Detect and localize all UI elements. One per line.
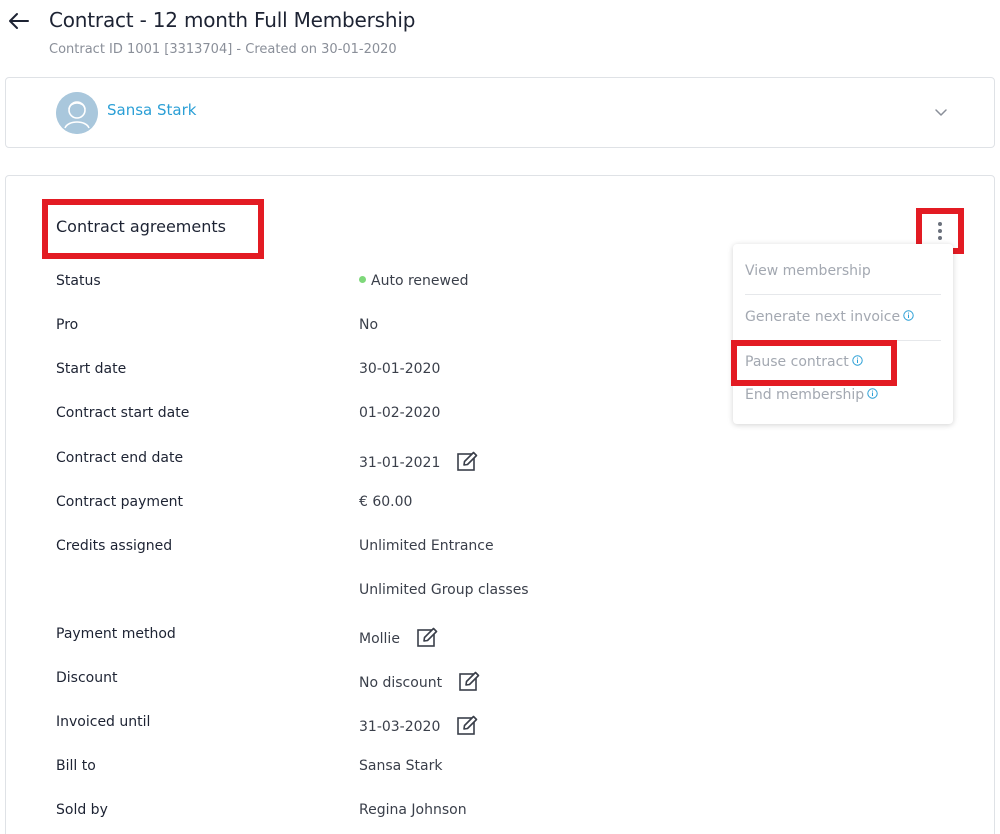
row-value-start-date: 30-01-2020 [359,361,441,377]
row-value-credits-entrance: Unlimited Entrance [359,538,494,554]
row-label-payment-method: Payment method [56,626,176,642]
row-label-contract-start-date: Contract start date [56,405,190,421]
discount-value: No discount [359,675,443,691]
chevron-down-icon[interactable] [931,102,951,122]
menu-item-end-membership[interactable]: End membership [745,387,878,403]
invoiced-until-value: 31-03-2020 [359,719,441,735]
row-value-bill-to: Sansa Stark [359,758,443,774]
row-value-contract-start-date: 01-02-2020 [359,405,441,421]
page-title: Contract - 12 month Full Membership [49,8,416,32]
page-header: Contract - 12 month Full Membership Cont… [0,0,1000,70]
row-label-discount: Discount [56,670,118,686]
avatar-icon [56,92,98,134]
row-label-contract-payment: Contract payment [56,494,184,510]
back-arrow-icon[interactable] [6,8,36,38]
page-subtitle: Contract ID 1001 [3313704] - Created on … [49,42,397,57]
info-icon [867,387,878,399]
kebab-menu-icon [936,220,944,244]
menu-item-label: End membership [745,387,865,403]
row-label-status: Status [56,273,101,289]
payment-method-value: Mollie [359,631,400,647]
row-value-contract-payment: € 60.00 [359,494,413,510]
row-label-start-date: Start date [56,361,127,377]
info-icon [903,309,914,321]
member-card[interactable]: Sansa Stark [5,77,995,148]
row-value-sold-by: Regina Johnson [359,802,467,818]
avatar [56,92,98,134]
status-value: Auto renewed [371,273,469,289]
row-value-discount: No discount [359,670,480,692]
row-label-credits-assigned: Credits assigned [56,538,173,554]
status-dot [359,276,366,283]
member-name-link[interactable]: Sansa Stark [107,101,196,119]
row-label-contract-end-date: Contract end date [56,450,184,466]
row-value-credits-group-classes: Unlimited Group classes [359,582,529,598]
edit-icon[interactable] [456,450,478,472]
row-value-contract-end-date: 31-01-2021 [359,450,478,472]
row-value-pro: No [359,317,379,333]
edit-icon[interactable] [416,626,438,648]
row-value-status: Auto renewed [359,273,468,289]
actions-dropdown-menu: View membership Generate next invoice Pa… [733,244,953,424]
menu-item-label: Generate next invoice [745,309,901,325]
row-label-pro: Pro [56,317,79,333]
menu-item-view-membership[interactable]: View membership [745,263,871,279]
section-title: Contract agreements [56,217,226,236]
row-value-payment-method: Mollie [359,626,438,648]
menu-divider [745,294,941,295]
row-label-invoiced-until: Invoiced until [56,714,151,730]
row-label-bill-to: Bill to [56,758,96,774]
edit-icon[interactable] [456,714,478,736]
contract-end-date-value: 31-01-2021 [359,455,441,471]
edit-icon[interactable] [458,670,480,692]
pause-contract-highlight [731,340,897,386]
menu-item-generate-next-invoice[interactable]: Generate next invoice [745,309,914,325]
row-label-sold-by: Sold by [56,802,108,818]
row-value-invoiced-until: 31-03-2020 [359,714,478,736]
